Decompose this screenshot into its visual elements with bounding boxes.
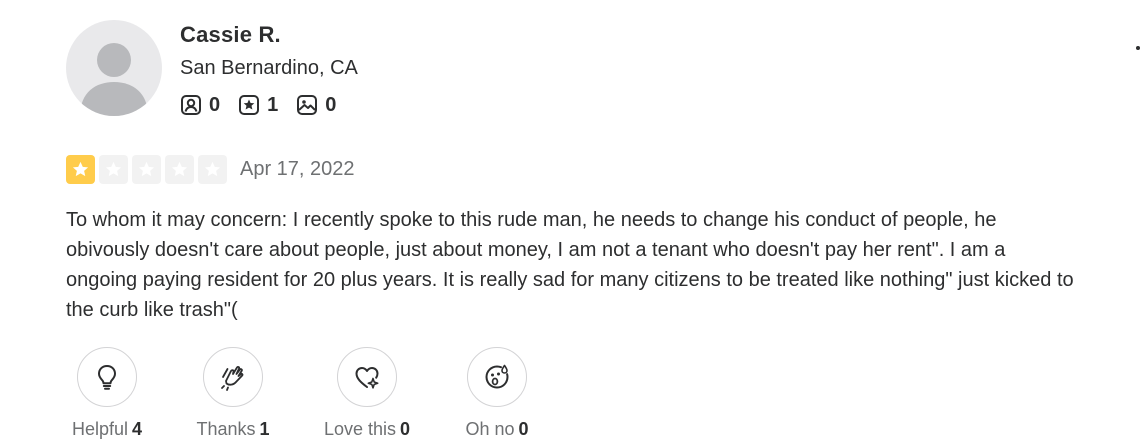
love-this-label: Love this 0 [324, 419, 410, 440]
oh-no-count: 0 [518, 419, 529, 439]
review-text: To whom it may concern: I recently spoke… [66, 209, 1074, 321]
thanks-count: 1 [259, 419, 270, 439]
reviewer-location: San Bernardino, CA [180, 57, 358, 79]
love-this-text: Love this [323, 419, 397, 439]
star-2 [99, 155, 128, 184]
reaction-oh-no[interactable]: Oh no 0 [459, 347, 535, 440]
friends-icon [181, 95, 201, 115]
thanks-button[interactable] [203, 347, 263, 407]
heart-sparkle-icon [355, 367, 379, 389]
avatar[interactable] [66, 20, 162, 116]
friends-stat: 0 [180, 94, 220, 117]
reviews-count: 1 [267, 93, 279, 116]
star-rating [66, 155, 231, 184]
star-4 [165, 155, 194, 184]
surprised-face-icon [485, 364, 509, 389]
helpful-button[interactable] [77, 347, 137, 407]
star-1 [66, 155, 95, 184]
review-card: Cassie R. San Bernardino, CA 0 1 0 Apr 1… [0, 0, 1140, 442]
star-5 [198, 155, 227, 184]
reaction-thanks[interactable]: Thanks 1 [193, 347, 273, 440]
star-3 [132, 155, 161, 184]
reviewer-name[interactable]: Cassie R. [180, 22, 281, 48]
reaction-helpful[interactable]: Helpful 4 [72, 347, 142, 440]
reaction-love-this[interactable]: Love this 0 [320, 347, 414, 440]
oh-no-text: Oh no [465, 419, 515, 439]
star-icon [204, 161, 221, 177]
star-icon [105, 161, 122, 177]
more-options-icon[interactable] [1136, 46, 1140, 50]
oh-no-label: Oh no 0 [465, 419, 528, 440]
star-icon [171, 161, 188, 177]
reaction-bar: Helpful 4 Thanks 1 Love this 0 Oh no 0 [66, 347, 586, 442]
oh-no-button[interactable] [467, 347, 527, 407]
review-date: Apr 17, 2022 [240, 158, 355, 180]
photo-icon [297, 95, 318, 115]
friends-count: 0 [209, 93, 221, 116]
helpful-count: 4 [132, 419, 143, 439]
review-star-icon [239, 95, 260, 115]
thanks-label: Thanks 1 [196, 419, 269, 440]
lightbulb-icon [98, 365, 116, 390]
love-this-count: 0 [400, 419, 411, 439]
helpful-text: Helpful [71, 419, 129, 439]
star-icon [72, 161, 89, 177]
love-this-button[interactable] [337, 347, 397, 407]
star-icon [138, 161, 155, 177]
reviewer-stats: 0 1 0 [180, 93, 354, 117]
photos-stat: 0 [296, 94, 336, 117]
photos-count: 0 [325, 93, 337, 116]
thanks-text: Thanks [196, 419, 256, 439]
user-silhouette-icon [80, 43, 148, 116]
helpful-label: Helpful 4 [72, 419, 142, 440]
reviews-stat: 1 [238, 94, 278, 117]
clapping-hands-icon [221, 366, 244, 391]
